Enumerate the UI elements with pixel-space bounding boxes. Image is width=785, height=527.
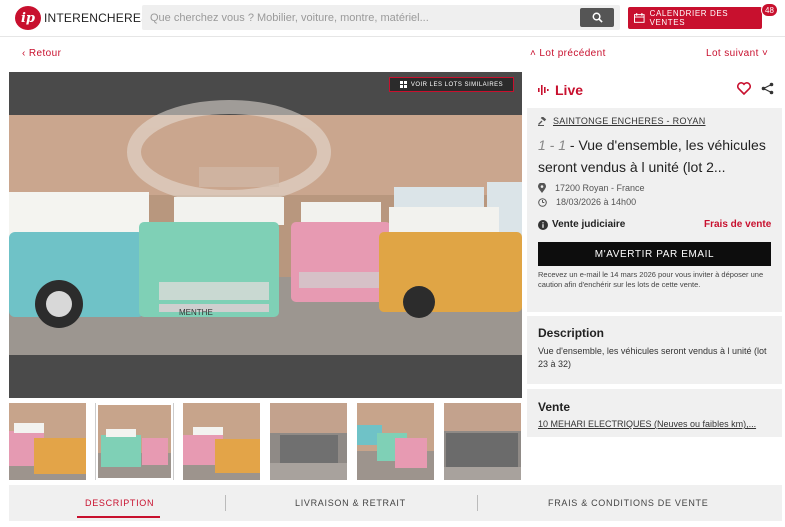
description-text: Vue d'ensemble, les véhicules seront ven… <box>538 346 767 369</box>
lot-number: 1 - 1 <box>538 137 567 153</box>
logo[interactable]: ip INTERENCHERES <box>15 6 149 30</box>
similar-lots-label: VOIR LES LOTS SIMILAIRES <box>410 81 504 88</box>
thumbnail[interactable] <box>183 403 260 480</box>
tab-divider <box>477 495 478 511</box>
lot-title: 1 - 1 - Vue d'ensemble, les véhicules se… <box>538 134 776 178</box>
thumbnail-active[interactable] <box>95 403 174 480</box>
description-card: Description Vue d'ensemble, les véhicule… <box>527 316 782 384</box>
search-icon <box>592 12 603 23</box>
heart-icon[interactable] <box>737 82 751 95</box>
seller-link[interactable]: SAINTONGE ENCHERES - ROYAN <box>538 116 706 126</box>
info-icon <box>538 219 548 230</box>
share-icon[interactable] <box>761 82 774 95</box>
search-button[interactable] <box>580 8 614 27</box>
sale-fees-link[interactable]: Frais de vente <box>704 219 771 230</box>
lot-navigation: ‹ Retour ˄ Lot précédent Lot suivant ˅ <box>0 37 785 70</box>
back-link[interactable]: ‹ Retour <box>22 48 61 59</box>
tab-divider <box>225 495 226 511</box>
sale-link[interactable]: 10 MEHARI ELECTRIQUES (Neuves ou faibles… <box>538 419 776 429</box>
lot-info-card: SAINTONGE ENCHERES - ROYAN 1 - 1 - Vue d… <box>527 108 782 312</box>
license-plate: MENTHE <box>179 308 213 317</box>
location-pin-icon <box>538 183 546 193</box>
description-heading: Description <box>538 326 605 340</box>
thumbnail[interactable] <box>444 403 521 480</box>
sale-card: Vente 10 MEHARI ELECTRIQUES (Neuves ou f… <box>527 389 782 437</box>
live-label: Live <box>555 82 584 98</box>
clock-icon <box>538 197 547 207</box>
sale-type-label: Vente judiciaire <box>552 219 626 230</box>
previous-lot-link[interactable]: ˄ Lot précédent <box>530 48 606 59</box>
live-bars-icon <box>538 85 549 95</box>
thumbnail-strip <box>9 403 522 480</box>
logo-mark: ip <box>15 6 41 30</box>
main-photo: MENTHE <box>9 72 522 398</box>
next-lot-link[interactable]: Lot suivant ˅ <box>706 48 768 59</box>
calendar-button[interactable]: CALENDRIER DES VENTES <box>628 7 762 29</box>
location-text: 17200 Royan - France <box>555 183 645 193</box>
lot-location: 17200 Royan - France <box>538 183 645 193</box>
similar-lots-button[interactable]: VOIR LES LOTS SIMILAIRES <box>389 77 514 92</box>
sale-type: Vente judiciaire <box>538 219 625 230</box>
search-bar <box>142 5 620 30</box>
tab-frais[interactable]: FRAIS & CONDITIONS DE VENTE <box>548 498 708 508</box>
main-lot-image[interactable]: MENTHE <box>9 72 522 398</box>
tab-livraison[interactable]: LIVRAISON & RETRAIT <box>295 498 406 508</box>
seller-name: SAINTONGE ENCHERES - ROYAN <box>553 116 706 126</box>
gavel-icon <box>538 116 547 126</box>
logo-text: INTERENCHERES <box>44 11 150 25</box>
calendar-icon <box>634 13 645 23</box>
alert-note: Recevez un e-mail le 14 mars 2026 pour v… <box>538 270 764 289</box>
tab-description[interactable]: DESCRIPTION <box>85 498 154 508</box>
datetime-text: 18/03/2026 à 14h00 <box>556 197 637 207</box>
calendar-label: CALENDRIER DES VENTES <box>649 9 729 27</box>
lot-title-text: - Vue d'ensemble, les véhicules seront v… <box>538 137 766 175</box>
sale-heading: Vente <box>538 400 571 414</box>
active-tab-indicator <box>77 516 160 518</box>
header: ip INTERENCHERES CALENDRIER DES VENTES 4… <box>0 0 785 37</box>
thumbnail[interactable] <box>9 403 86 480</box>
grid-icon <box>399 81 407 88</box>
thumbnail[interactable] <box>357 403 434 480</box>
email-alert-button[interactable]: M'AVERTIR PAR EMAIL <box>538 242 771 266</box>
calendar-count-badge: 48 <box>761 3 778 17</box>
live-indicator: Live <box>538 82 583 98</box>
thumbnail[interactable] <box>270 403 347 480</box>
lot-status-bar: Live <box>527 72 782 108</box>
search-input[interactable] <box>150 5 570 30</box>
lot-datetime: 18/03/2026 à 14h00 <box>538 197 636 207</box>
detail-tabs: DESCRIPTION LIVRAISON & RETRAIT FRAIS & … <box>9 485 782 521</box>
